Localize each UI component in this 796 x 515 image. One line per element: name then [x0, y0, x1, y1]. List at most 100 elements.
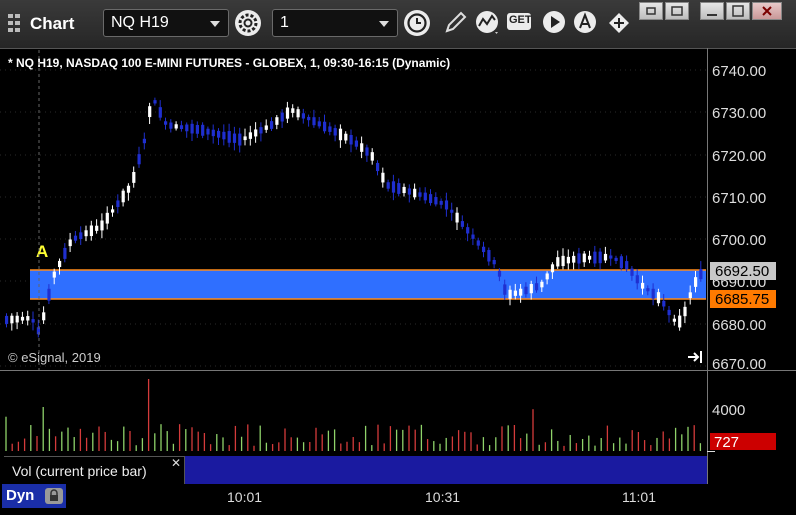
candle-body — [243, 136, 247, 141]
candle-body — [211, 129, 215, 137]
close-study-icon[interactable]: ✕ — [171, 456, 181, 470]
candle-body — [259, 127, 263, 134]
candle-body — [68, 239, 72, 247]
price-axis: 6740.00 6730.00 6720.00 6710.00 6700.00 … — [712, 63, 766, 373]
price-tick: 6700.00 — [712, 232, 766, 249]
candle-body — [519, 288, 523, 296]
candle-body — [111, 209, 115, 213]
chart-grid-icon — [8, 14, 20, 32]
candle-body — [227, 131, 231, 143]
chart-header: * NQ H19, NASDAQ 100 E-MINI FUTURES - GL… — [8, 56, 450, 70]
candle-body — [254, 129, 258, 137]
candle-body — [471, 234, 475, 239]
price-chart[interactable]: * NQ H19, NASDAQ 100 E-MINI FUTURES - GL… — [0, 48, 796, 510]
pencil-draw-icon[interactable] — [440, 8, 470, 38]
candle-body — [545, 273, 549, 280]
candle-body — [577, 253, 581, 264]
volume-label-text: Vol (current price bar) — [12, 463, 147, 479]
clock-icon — [407, 13, 427, 33]
candle-body — [672, 318, 676, 322]
candle-body — [328, 126, 332, 132]
candle-body — [344, 133, 348, 141]
candle-body — [381, 172, 385, 183]
chart-area[interactable]: * NQ H19, NASDAQ 100 E-MINI FUTURES - GL… — [0, 48, 796, 510]
candle-body — [556, 257, 560, 267]
candle-body — [164, 121, 168, 125]
candle-body — [307, 116, 311, 121]
time-axis: Dyn 10:01 10:31 11:01 — [0, 484, 796, 510]
close-window-button[interactable] — [752, 2, 782, 20]
candle-body — [641, 282, 645, 289]
price-tick: 6720.00 — [712, 148, 766, 165]
candle-body — [280, 112, 284, 122]
candle-body — [142, 138, 146, 144]
candle-body — [73, 235, 78, 241]
volume-study-label[interactable]: Vol (current price bar) — [4, 456, 185, 485]
candle-body — [338, 128, 343, 141]
time-template-button[interactable] — [404, 10, 430, 36]
price-tick: 6670.00 — [712, 356, 766, 373]
candle-body — [63, 247, 67, 259]
pin-window-button[interactable] — [639, 2, 663, 20]
candle-body — [646, 288, 650, 292]
candle-body — [476, 240, 480, 246]
candle-body — [582, 253, 586, 263]
candle-body — [84, 230, 88, 237]
maximize-icon — [732, 5, 744, 17]
candle-body — [407, 188, 411, 195]
settings-gear-button[interactable] — [235, 10, 261, 36]
candle-body — [370, 152, 374, 161]
candle-body — [683, 306, 687, 317]
restore-window-button[interactable] — [665, 2, 689, 20]
time-tick: 10:01 — [227, 489, 263, 505]
candle-body — [20, 316, 25, 321]
candle-body — [248, 132, 252, 139]
interval-dropdown[interactable]: 1 — [272, 9, 398, 37]
candle-body — [47, 288, 51, 301]
candle-body — [36, 327, 40, 335]
maximize-window-button[interactable] — [726, 2, 750, 20]
candle-body — [418, 192, 422, 197]
candle-body — [116, 200, 120, 207]
candle-body — [354, 140, 358, 147]
lock-icon — [45, 488, 63, 504]
studies-icon[interactable] — [473, 8, 503, 38]
candle-body — [397, 183, 401, 194]
volume-label-strip — [184, 456, 707, 484]
gear-icon — [238, 13, 258, 33]
volume-series — [5, 379, 702, 451]
candle-body — [365, 147, 369, 156]
candle-body — [169, 122, 173, 129]
candle-body — [10, 315, 14, 324]
get-data-button[interactable]: GET — [507, 13, 532, 30]
candle-body — [391, 181, 396, 193]
candle-body — [291, 108, 295, 113]
candle-body — [386, 182, 390, 189]
candle-body — [270, 121, 274, 129]
pin-icon — [646, 7, 656, 15]
candle-body — [651, 288, 655, 299]
candle-body — [217, 130, 221, 138]
candle-body — [503, 284, 507, 295]
symbol-dropdown[interactable]: NQ H19 — [103, 9, 229, 37]
candle-body — [635, 275, 639, 284]
price-tick: 6730.00 — [712, 105, 766, 122]
play-icon[interactable] — [540, 8, 570, 38]
candle-body — [614, 257, 618, 261]
candle-body — [466, 227, 470, 234]
minimize-window-button[interactable] — [700, 2, 724, 20]
dynamic-tab[interactable]: Dyn — [2, 484, 66, 508]
candle-body — [450, 209, 454, 213]
link-arrows-icon[interactable] — [604, 8, 634, 38]
get-label: GET — [509, 14, 532, 26]
candle-body — [312, 117, 316, 126]
candle-body — [222, 131, 226, 140]
candle-body — [238, 133, 242, 146]
volume-tick: 4000 — [712, 402, 745, 419]
candle-body — [625, 261, 629, 270]
close-icon — [762, 6, 772, 16]
alert-icon[interactable] — [571, 8, 601, 38]
candle-body — [609, 255, 613, 259]
scroll-to-latest-icon[interactable] — [688, 351, 702, 363]
candle-body — [206, 128, 210, 135]
